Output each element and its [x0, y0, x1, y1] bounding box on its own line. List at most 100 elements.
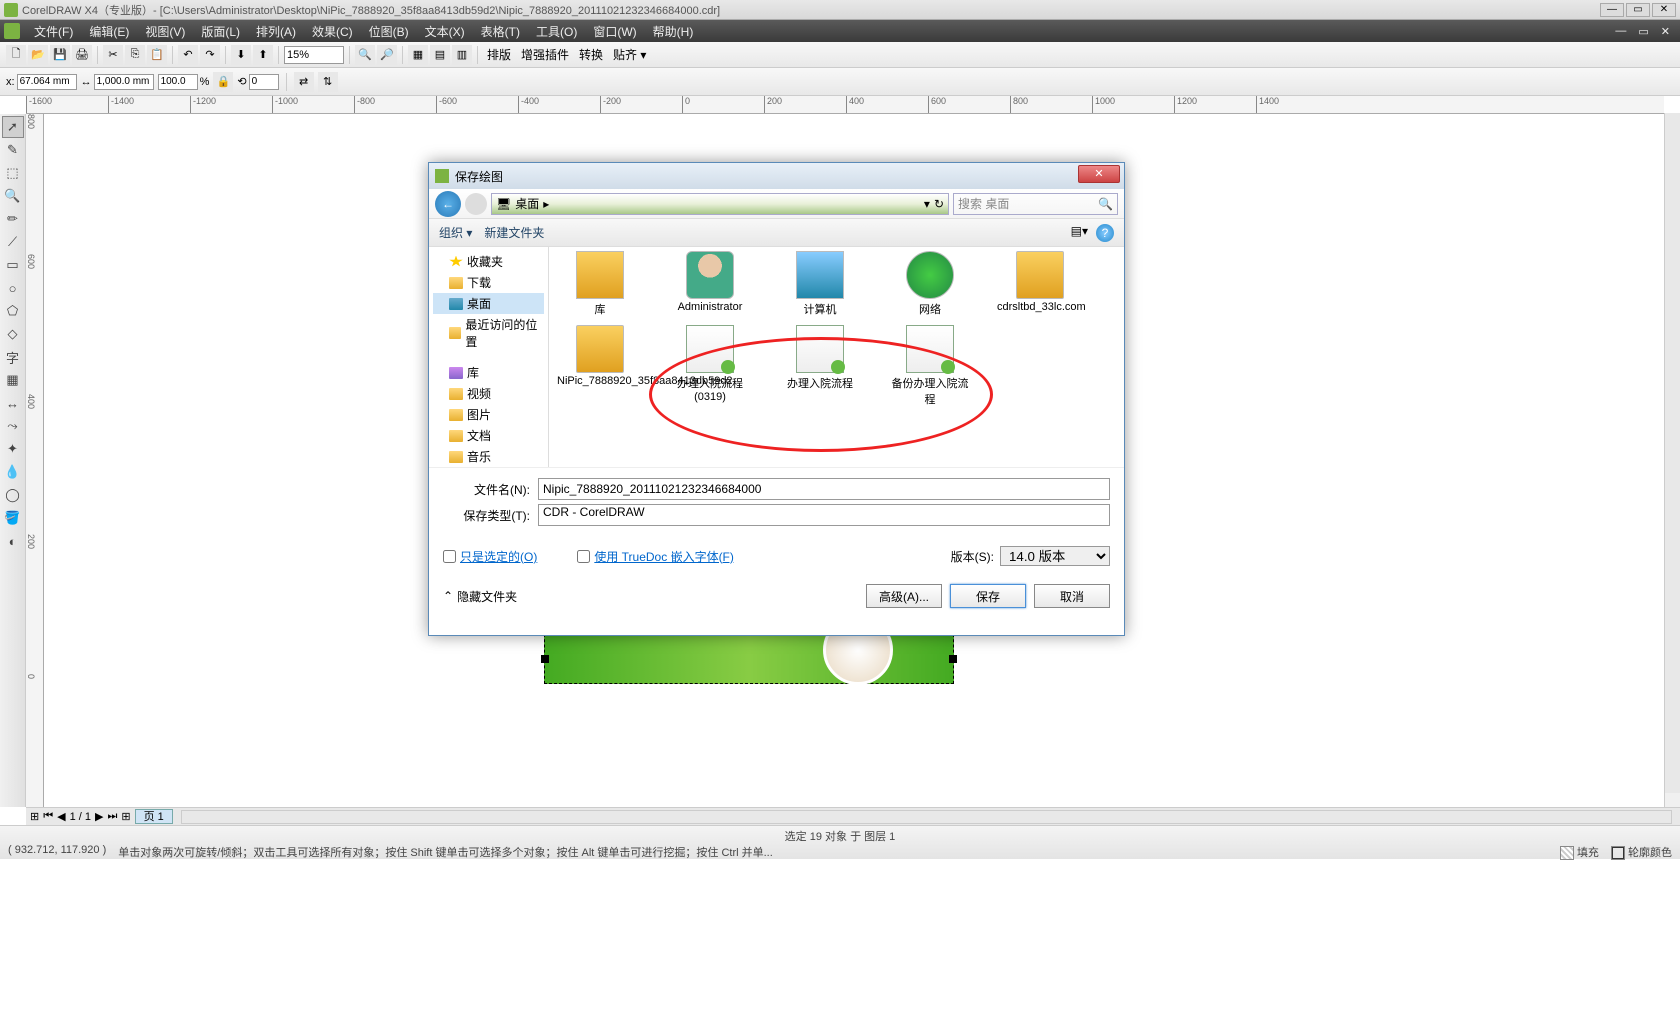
vertical-scrollbar[interactable] — [1664, 113, 1680, 793]
menu-help[interactable]: 帮助(H) — [645, 23, 702, 40]
zoom-tool[interactable]: 🔍 — [2, 185, 24, 207]
chevron-right-icon[interactable]: ▸ — [543, 197, 549, 211]
filetype-select[interactable]: CDR - CorelDRAW — [538, 504, 1110, 526]
tree-downloads[interactable]: 下载 — [433, 272, 544, 293]
file-item-administrator[interactable]: Administrator — [667, 251, 753, 317]
mirror-v-button[interactable]: ⇅ — [318, 72, 338, 92]
lock-ratio-button[interactable]: 🔒 — [213, 72, 233, 92]
menu-tools[interactable]: 工具(O) — [528, 23, 585, 40]
tree-pictures[interactable]: 图片 — [433, 404, 544, 425]
menu-text[interactable]: 文本(X) — [417, 23, 473, 40]
minimize-button[interactable]: — — [1600, 3, 1624, 17]
rectangle-tool[interactable]: ▭ — [2, 254, 24, 276]
file-list[interactable]: 库 Administrator 计算机 网络 cdrsltbd_33lc.com… — [549, 247, 1124, 467]
filename-input[interactable] — [538, 478, 1110, 500]
outline-swatch-icon[interactable] — [1611, 846, 1625, 860]
connector-tool[interactable]: ⤳ — [2, 415, 24, 437]
open-button[interactable]: 📂 — [28, 45, 48, 65]
paste-button[interactable]: 📋 — [147, 45, 167, 65]
organize-button[interactable]: 组织 ▾ — [439, 224, 472, 241]
tree-libraries[interactable]: 库 — [433, 362, 544, 383]
save-button[interactable]: 💾 — [50, 45, 70, 65]
fill-swatch-icon[interactable] — [1560, 846, 1574, 860]
basic-shapes-tool[interactable]: ◇ — [2, 323, 24, 345]
menu-table[interactable]: 表格(T) — [473, 23, 528, 40]
new-button[interactable]: 🗋 — [6, 45, 26, 65]
ellipse-tool[interactable]: ○ — [2, 277, 24, 299]
nav-breadcrumb[interactable]: 🖥 桌面 ▸ ▾ ↻ — [491, 193, 949, 215]
menu-file[interactable]: 文件(F) — [26, 23, 81, 40]
grid-button[interactable]: ▤ — [430, 45, 450, 65]
snap-button[interactable]: ▦ — [408, 45, 428, 65]
maximize-button[interactable]: ▭ — [1626, 3, 1650, 17]
help-icon[interactable]: ? — [1096, 224, 1114, 242]
tb-plugin-btn[interactable]: 增强插件 — [517, 46, 573, 63]
tb-layout-btn[interactable]: 排版 — [483, 46, 515, 63]
file-item-computer[interactable]: 计算机 — [777, 251, 863, 317]
advanced-button[interactable]: 高级(A)... — [866, 584, 942, 608]
menu-window[interactable]: 窗口(W) — [585, 23, 644, 40]
cancel-button[interactable]: 取消 — [1034, 584, 1110, 608]
new-folder-button[interactable]: 新建文件夹 — [484, 224, 544, 241]
menu-view[interactable]: 视图(V) — [137, 23, 193, 40]
save-dialog-button[interactable]: 保存 — [950, 584, 1026, 608]
mdi-minimize[interactable]: — — [1609, 25, 1632, 37]
pick-tool[interactable]: ➚ — [2, 116, 24, 138]
tree-videos[interactable]: 视频 — [433, 383, 544, 404]
smart-tool[interactable]: ⟋ — [2, 231, 24, 253]
polygon-tool[interactable]: ⬠ — [2, 300, 24, 322]
interactive-tool[interactable]: ✦ — [2, 438, 24, 460]
mirror-h-button[interactable]: ⇄ — [294, 72, 314, 92]
file-item-cdrsltbd[interactable]: cdrsltbd_33lc.com — [997, 251, 1083, 317]
menu-effects[interactable]: 效果(C) — [304, 23, 361, 40]
width-input[interactable] — [94, 74, 154, 90]
hide-folders-toggle[interactable]: ⌃隐藏文件夹 — [443, 588, 517, 605]
tb-convert-btn[interactable]: 转换 — [575, 46, 607, 63]
page-tab-1[interactable]: 页 1 — [135, 809, 173, 824]
selected-object[interactable] — [544, 634, 954, 684]
app-menu-icon[interactable] — [4, 23, 20, 39]
shape-tool[interactable]: ✎ — [2, 139, 24, 161]
zoom-in-button[interactable]: 🔍 — [355, 45, 375, 65]
menu-layout[interactable]: 版面(L) — [193, 23, 248, 40]
tree-music[interactable]: 音乐 — [433, 446, 544, 467]
view-mode-button[interactable]: ▤▾ — [1071, 224, 1088, 242]
file-item-process-0319[interactable]: 办理入院流程(0319) — [667, 325, 753, 407]
file-item-library[interactable]: 库 — [557, 251, 643, 317]
tb-snap-btn[interactable]: 贴齐 ▾ — [609, 46, 650, 63]
print-button[interactable]: 🖨 — [72, 45, 92, 65]
page-prev-icon[interactable]: ◀ — [57, 810, 65, 823]
search-input[interactable]: 搜索 桌面 🔍 — [953, 193, 1118, 215]
guides-button[interactable]: ▥ — [452, 45, 472, 65]
page-add2-icon[interactable]: ⊞ — [121, 810, 130, 823]
nav-back-button[interactable]: ← — [435, 191, 461, 217]
copy-button[interactable]: ⎘ — [125, 45, 145, 65]
tree-desktop[interactable]: 桌面 — [433, 293, 544, 314]
nav-refresh-icon[interactable]: ↻ — [934, 197, 944, 211]
horizontal-scrollbar[interactable] — [181, 810, 1672, 824]
version-select[interactable]: 14.0 版本 — [1000, 546, 1110, 566]
crop-tool[interactable]: ⬚ — [2, 162, 24, 184]
text-tool[interactable]: 字 — [2, 346, 24, 368]
page-last-icon[interactable]: ⏭ — [107, 810, 117, 823]
freehand-tool[interactable]: ✏ — [2, 208, 24, 230]
menu-bitmap[interactable]: 位图(B) — [361, 23, 417, 40]
file-item-nipic-folder[interactable]: NiPic_7888920_35f8aa8413db59d2 — [557, 325, 643, 407]
redo-button[interactable]: ↷ — [200, 45, 220, 65]
nav-dropdown-icon[interactable]: ▾ — [924, 197, 930, 211]
tree-recent[interactable]: 最近访问的位置 — [433, 314, 544, 352]
dialog-titlebar[interactable]: 保存绘图 ✕ — [429, 163, 1124, 189]
tree-favorites[interactable]: 收藏夹 — [433, 251, 544, 272]
file-item-backup-process[interactable]: 备份办理入院流程 — [887, 325, 973, 407]
nav-forward-button[interactable] — [465, 193, 487, 215]
zoom-input[interactable] — [284, 46, 344, 64]
page-add-icon[interactable]: ⊞ — [30, 810, 39, 823]
file-item-process[interactable]: 办理入院流程 — [777, 325, 863, 407]
rotation-input[interactable] — [249, 74, 279, 90]
import-button[interactable]: ⬇ — [231, 45, 251, 65]
page-first-icon[interactable]: ⏮ — [43, 810, 53, 823]
dimension-tool[interactable]: ↔ — [2, 392, 24, 414]
fill-tool[interactable]: 🪣 — [2, 507, 24, 529]
only-selected-checkbox[interactable]: 只是选定的(O) — [443, 548, 537, 565]
table-tool[interactable]: ▦ — [2, 369, 24, 391]
